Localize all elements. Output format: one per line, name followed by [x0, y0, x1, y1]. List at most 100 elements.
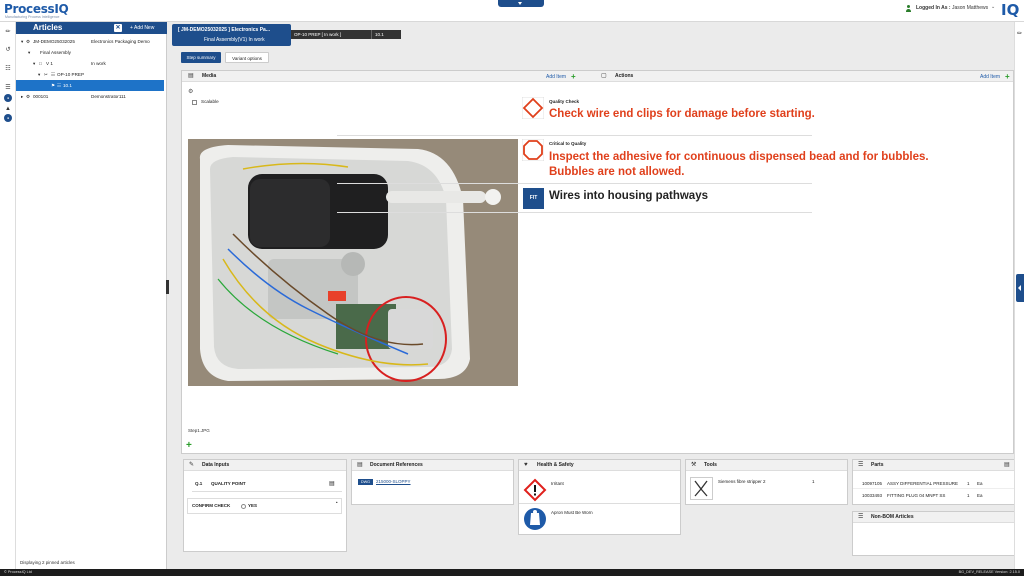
irritant-icon: [523, 478, 547, 502]
data-inputs-panel: ✎ Data Inputs Q.1 QUALITY POINT ▤ CONFIR…: [183, 459, 347, 552]
pin-icon[interactable]: ✏: [1017, 30, 1022, 37]
form-icon[interactable]: ▤: [329, 480, 335, 487]
media-add-item-button[interactable]: Add Item: [546, 74, 566, 80]
hs-row[interactable]: Irritant: [519, 476, 680, 504]
tree-row[interactable]: ▾ □ V 1 In work: [16, 58, 164, 69]
tree-row[interactable]: ▾ ⚙ JM-DEMO25032025 Electronics Packagin…: [16, 36, 164, 47]
tab-step-summary[interactable]: Step summary: [181, 52, 221, 63]
parts-panel: ☰ Parts ▤ 10097105 ASSY DIFFERENTIAL PRE…: [852, 459, 1015, 505]
alerts-badge-icon[interactable]: ●: [4, 114, 12, 122]
breadcrumb-operation[interactable]: OP-10 PREP [ In work ]: [291, 30, 371, 39]
share-icon[interactable]: ▲: [4, 105, 12, 113]
part-row[interactable]: 10097105 ASSY DIFFERENTIAL PRESSURE 1 Ea: [853, 478, 1014, 489]
yes-radio[interactable]: [241, 504, 246, 509]
document-link[interactable]: 215000-SLOPPY: [376, 479, 411, 484]
data-input-row[interactable]: CONFIRM CHECK YES •: [187, 498, 342, 514]
tree-expand-icon[interactable]: ▾: [33, 58, 35, 69]
iq-logo: IQ: [1001, 1, 1020, 19]
heart-icon: ♥: [524, 462, 528, 468]
tree-label: 10.1: [63, 83, 72, 88]
part-unit: Ea: [977, 481, 983, 486]
tool-name: Siemens fibre stripper 2: [718, 479, 766, 484]
tools-panel: ⚒ Tools Siemens fibre stripper 2 1: [685, 459, 848, 505]
right-panel-toggle[interactable]: [1016, 274, 1024, 302]
list-icon[interactable]: ☰: [4, 84, 12, 92]
parts-list-icon: ☰: [858, 462, 864, 468]
scalable-checkbox[interactable]: [192, 100, 197, 105]
action-row[interactable]: Critical to Quality Inspect the adhesive…: [337, 136, 929, 184]
breadcrumb-article-status: Final Assembly(V1) In work: [204, 37, 265, 43]
part-qty: 1: [967, 493, 970, 498]
actions-title: Actions: [615, 73, 634, 79]
action-row[interactable]: FIT Wires into housing pathways: [337, 184, 812, 213]
part-qty: 1: [967, 481, 970, 486]
collapse-header-tab[interactable]: [498, 0, 544, 7]
add-new-button[interactable]: + Add New: [130, 25, 154, 31]
tree-expand-icon[interactable]: ▾: [38, 69, 40, 80]
parts-header: ☰ Parts ▤: [853, 460, 1014, 471]
fit-icon: FIT: [523, 188, 544, 209]
part-number: 10097105: [862, 481, 883, 486]
health-safety-header: ♥ Health & Safety: [519, 460, 680, 471]
panel-resize-handle[interactable]: [166, 280, 169, 294]
data-input-row[interactable]: Q.1 QUALITY POINT ▤: [192, 478, 342, 492]
chevron-down-icon[interactable]: ⌄: [991, 4, 995, 10]
part-number: 10033493: [862, 493, 883, 498]
footer-version: BG_DEV_RELEASE Version: 2.15.0: [958, 570, 1020, 574]
breadcrumb-article-title: [ JM-DEMO25032025 ] Electronics Pa...: [178, 27, 270, 33]
breadcrumb-step[interactable]: 10.1: [371, 30, 401, 39]
export-icon[interactable]: ▤: [1004, 462, 1010, 468]
wrench-icon: ⚒: [691, 462, 697, 468]
tree-row[interactable]: ▸ ⚙ 000101 Demonstrator111: [16, 91, 164, 102]
refresh-icon[interactable]: ↺: [4, 46, 12, 54]
document-icon: □: [39, 61, 42, 66]
action-category: Quality Check: [549, 99, 580, 104]
part-row[interactable]: 10033493 FITTING PLUG 04 MNPT SS 1 Ea: [853, 490, 1014, 501]
hs-label: Irritant: [551, 481, 564, 486]
hierarchy-icon[interactable]: ☷: [4, 65, 12, 73]
breadcrumb-article[interactable]: [ JM-DEMO25032025 ] Electronics Pa... Fi…: [172, 24, 291, 46]
health-safety-title: Health & Safety: [537, 462, 574, 468]
top-bar: ProcessIQ Manufacturing Process Intellig…: [0, 0, 1024, 22]
tree-label: V 1: [46, 61, 53, 66]
action-text-line2: Bubbles are not allowed.: [549, 166, 685, 178]
user-icon: [905, 5, 911, 12]
step-icon: ☷: [57, 83, 62, 88]
tree-label: JM-DEMO25032025: [33, 39, 75, 44]
articles-title: Articles: [33, 23, 63, 32]
menu-dots-icon[interactable]: •: [336, 500, 338, 505]
actions-add-item-button[interactable]: Add Item: [980, 74, 1000, 80]
tree-row[interactable]: ▾ ✂ ☷ OP-10 PREP: [16, 69, 164, 80]
actions-add-plus-icon[interactable]: +: [1005, 72, 1010, 81]
media-add-plus-icon[interactable]: +: [571, 72, 576, 81]
part-unit: Ea: [977, 493, 983, 498]
action-category: Critical to Quality: [549, 141, 587, 146]
notification-badge-icon[interactable]: ●: [4, 94, 12, 102]
logo-tagline: Manufacturing Process Intelligence: [5, 15, 60, 19]
tab-variant-options[interactable]: Variant options: [225, 52, 269, 63]
media-actions-header: ▤ Media Add Item + ▢ Actions Add Item +: [182, 71, 1013, 82]
parts-title: Parts: [871, 462, 884, 468]
tree-row[interactable]: ▾ Final Assembly: [16, 47, 164, 58]
health-safety-panel: ♥ Health & Safety Irritant Apron Must Be…: [518, 459, 681, 535]
data-inputs-header: ✎ Data Inputs: [184, 460, 346, 471]
article-icon: ⚙: [26, 39, 31, 44]
media-title: Media: [202, 73, 217, 79]
tools-title: Tools: [704, 462, 717, 468]
tree-expand-icon[interactable]: ▸: [21, 91, 23, 102]
action-row[interactable]: Quality Check Check wire end clips for d…: [337, 94, 815, 136]
media-caption: Step1.JPG: [188, 428, 210, 433]
hs-row[interactable]: Apron Must Be Worn: [519, 506, 680, 534]
tree-row-selected[interactable]: ⚑ ☷ 10.1: [16, 80, 164, 91]
tree-expand-icon[interactable]: ▾: [28, 47, 30, 58]
add-media-plus-icon[interactable]: +: [186, 440, 192, 451]
close-icon[interactable]: ✕: [114, 24, 122, 32]
document-icon: ▤: [357, 462, 363, 468]
actions-icon: ▢: [601, 73, 607, 79]
tree-expand-icon[interactable]: ▾: [21, 36, 23, 47]
media-settings-icon[interactable]: ⚙: [188, 88, 193, 95]
pin-icon[interactable]: ✏: [4, 28, 12, 36]
user-menu[interactable]: Jason Matthews: [952, 5, 988, 11]
processiq-logo[interactable]: ProcessIQ: [4, 2, 69, 16]
critical-quality-icon: [522, 139, 544, 161]
